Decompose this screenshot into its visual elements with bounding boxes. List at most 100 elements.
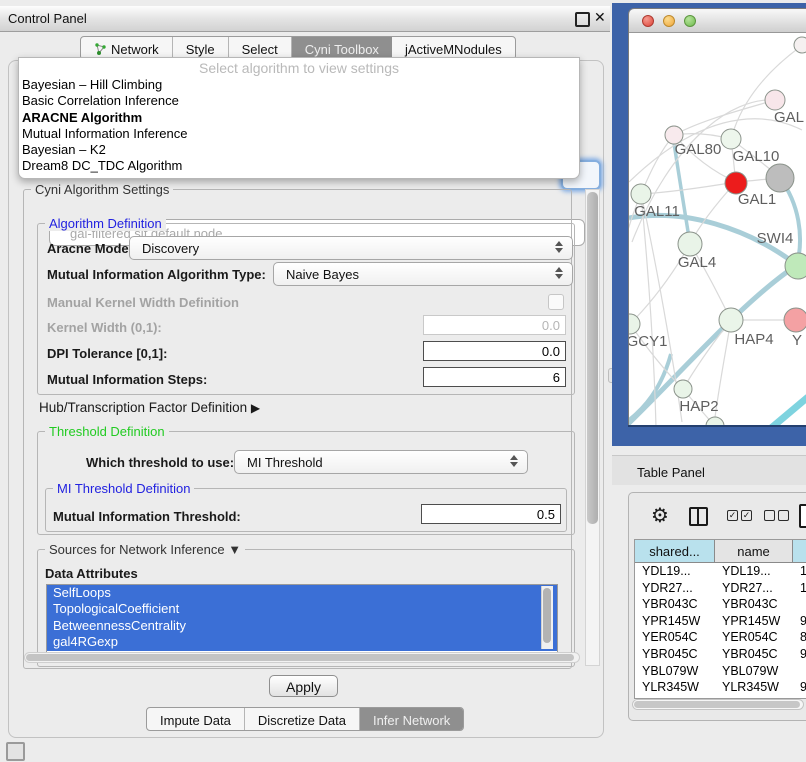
collapsed-panel-button[interactable] <box>6 742 25 761</box>
table-row[interactable]: YBL079WYBL079W <box>635 663 806 680</box>
manual-kernel-width-checkbox[interactable] <box>548 294 564 310</box>
aracne-mode-combo[interactable]: Discovery <box>129 236 573 260</box>
tab-infer-network[interactable]: Infer Network <box>360 708 463 730</box>
node-swi4-label: SWI4 <box>757 230 794 247</box>
mi-threshold-definition-title: MI Threshold Definition <box>53 481 194 496</box>
table-row[interactable]: YDL19...YDL19...13 <box>635 563 806 580</box>
table-cell: YLR345W <box>635 679 715 696</box>
table-horizontal-scrollbar-thumb[interactable] <box>634 701 800 708</box>
node-gal4[interactable] <box>678 232 702 256</box>
network-view-window: GALGAL80GAL10GAL1GAL11SWI4GAL4GCY1HAP4YH… <box>628 8 806 427</box>
tab-jactivemnodules[interactable]: jActiveMNodules <box>392 37 515 59</box>
attribute-item-gal4rgexp[interactable]: gal4RGexp <box>47 634 557 650</box>
dpi-tolerance-field[interactable]: 0.0 <box>423 341 566 361</box>
table-cell: YBL079W <box>635 663 715 680</box>
algorithm-dropdown: Select algorithm to view settings Bayesi… <box>18 57 580 179</box>
gear-icon[interactable]: ⚙ <box>651 503 669 528</box>
dropdown-item-dream8-dc-tdc-algorithm[interactable]: Dream8 DC_TDC Algorithm <box>19 158 579 174</box>
network-window-titlebar[interactable] <box>629 9 806 33</box>
kernel-width-field[interactable]: 0.0 <box>423 315 566 335</box>
dropdown-item-bayesian-k2[interactable]: Bayesian – K2 <box>19 142 579 158</box>
node-gal10[interactable] <box>721 129 741 149</box>
tab-style[interactable]: Style <box>173 37 229 59</box>
tab-impute-data[interactable]: Impute Data <box>147 708 245 730</box>
document-icon[interactable] <box>799 504 806 528</box>
data-attributes-label: Data Attributes <box>45 566 138 581</box>
float-window-icon[interactable] <box>575 12 590 27</box>
node-top-cut[interactable] <box>794 37 806 53</box>
tab-discretize-data[interactable]: Discretize Data <box>245 708 360 730</box>
node-gray[interactable] <box>766 164 794 192</box>
attributes-scrollbar-thumb[interactable] <box>543 588 551 643</box>
node-hap2[interactable] <box>674 380 692 398</box>
node-hap4[interactable] <box>719 308 743 332</box>
settings-horizontal-scrollbar-thumb[interactable] <box>26 654 574 661</box>
mi-algorithm-type-value: Naive Bayes <box>286 267 359 282</box>
checked-box-icon: ✓ <box>741 510 752 521</box>
dropdown-item-mutual-information-inference[interactable]: Mutual Information Inference <box>19 126 579 142</box>
dropdown-item-basic-correlation-inference[interactable]: Basic Correlation Inference <box>19 93 579 109</box>
select-all-columns-icon[interactable]: ✓ ✓ <box>727 510 752 521</box>
dropdown-item-aracne-algorithm[interactable]: ARACNE Algorithm <box>19 110 579 126</box>
node-salmon[interactable] <box>784 308 806 332</box>
tab-label: Network <box>111 42 159 57</box>
expander-down-arrow-icon[interactable]: ▼ <box>228 542 241 557</box>
network-canvas[interactable]: GALGAL80GAL10GAL1GAL11SWI4GAL4GCY1HAP4YH… <box>629 33 806 427</box>
close-traffic-light-icon[interactable] <box>642 15 654 27</box>
mi-algorithm-type-combo[interactable]: Naive Bayes <box>273 262 573 286</box>
table-row[interactable]: YDR27...YDR27...12 <box>635 580 806 597</box>
table-header-row: shared...nameA <box>635 540 806 563</box>
table-cell: 9. <box>793 646 806 663</box>
table-row[interactable]: YER054CYER054C8. <box>635 629 806 646</box>
data-attributes-list[interactable]: SelfLoopsTopologicalCoefficientBetweenne… <box>46 584 558 653</box>
node-hap4-label: HAP4 <box>734 331 773 348</box>
which-threshold-label: Which threshold to use: <box>86 455 234 470</box>
close-icon[interactable]: ✕ <box>594 9 606 26</box>
table-cell: 9. <box>793 679 806 696</box>
attribute-item-betweennesscentrality[interactable]: BetweennessCentrality <box>47 618 557 634</box>
table-panel-titlebar: Table Panel <box>612 455 806 485</box>
which-threshold-combo[interactable]: MI Threshold <box>234 450 528 474</box>
table-row[interactable]: YLR345WYLR345W9. <box>635 679 806 696</box>
zoom-traffic-light-icon[interactable] <box>684 15 696 27</box>
minimize-traffic-light-icon[interactable] <box>663 15 675 27</box>
tab-select[interactable]: Select <box>229 37 292 59</box>
table-row[interactable]: YBR043CYBR043C <box>635 596 806 613</box>
column-header-shared[interactable]: shared... <box>635 540 715 562</box>
node-gal4-label: GAL4 <box>678 254 716 271</box>
columns-icon[interactable] <box>689 507 708 526</box>
threshold-definition-title: Threshold Definition <box>45 424 169 439</box>
tab-label: jActiveMNodules <box>405 42 502 57</box>
combo-stepper-icon <box>555 241 564 253</box>
dpi-tolerance-label: DPI Tolerance [0,1]: <box>47 346 167 361</box>
node-gal11[interactable] <box>631 184 651 204</box>
tab-cyni-toolbox[interactable]: Cyni Toolbox <box>292 37 392 59</box>
table-row[interactable]: YPR145WYPR145W9. <box>635 613 806 630</box>
node-gal-pink-label: GAL <box>774 109 804 126</box>
network-icon <box>94 43 107 56</box>
table-cell: 13 <box>793 563 806 580</box>
mi-steps-field[interactable]: 6 <box>423 367 566 387</box>
node-table[interactable]: shared...nameA YDL19...YDL19...13YDR27..… <box>634 539 806 699</box>
hub-definition-expander[interactable]: Hub/Transcription Factor Definition ▶ <box>39 400 260 415</box>
mi-threshold-field[interactable]: 0.5 <box>421 504 561 524</box>
tab-network[interactable]: Network <box>81 37 173 59</box>
column-header-a[interactable]: A <box>793 540 806 562</box>
deselect-all-columns-icon[interactable] <box>764 510 789 521</box>
node-swi4[interactable] <box>785 253 806 279</box>
node-gal-pink[interactable] <box>765 90 785 110</box>
attribute-item-selfloops[interactable]: SelfLoops <box>47 585 557 601</box>
table-cell: YPR145W <box>635 613 715 630</box>
sources-title: Sources for Network Inference ▼ <box>45 542 245 557</box>
table-cell: YBR043C <box>635 596 715 613</box>
dropdown-item-bayesian-hill-climbing[interactable]: Bayesian – Hill Climbing <box>19 77 579 93</box>
settings-vertical-scrollbar-thumb[interactable] <box>587 192 598 524</box>
algorithm-dropdown-placeholder: Select algorithm to view settings <box>19 58 579 77</box>
table-panel-body: ⚙ ✓ ✓ shared...nameA YDL19...YDL19...13Y… <box>628 492 806 721</box>
table-row[interactable]: YBR045CYBR045C9. <box>635 646 806 663</box>
mi-algorithm-type-label: Mutual Information Algorithm Type: <box>47 267 266 282</box>
column-header-name[interactable]: name <box>715 540 793 562</box>
apply-button[interactable]: Apply <box>269 675 338 697</box>
attribute-item-topologicalcoefficient[interactable]: TopologicalCoefficient <box>47 601 557 617</box>
tab-label: Cyni Toolbox <box>305 42 379 57</box>
